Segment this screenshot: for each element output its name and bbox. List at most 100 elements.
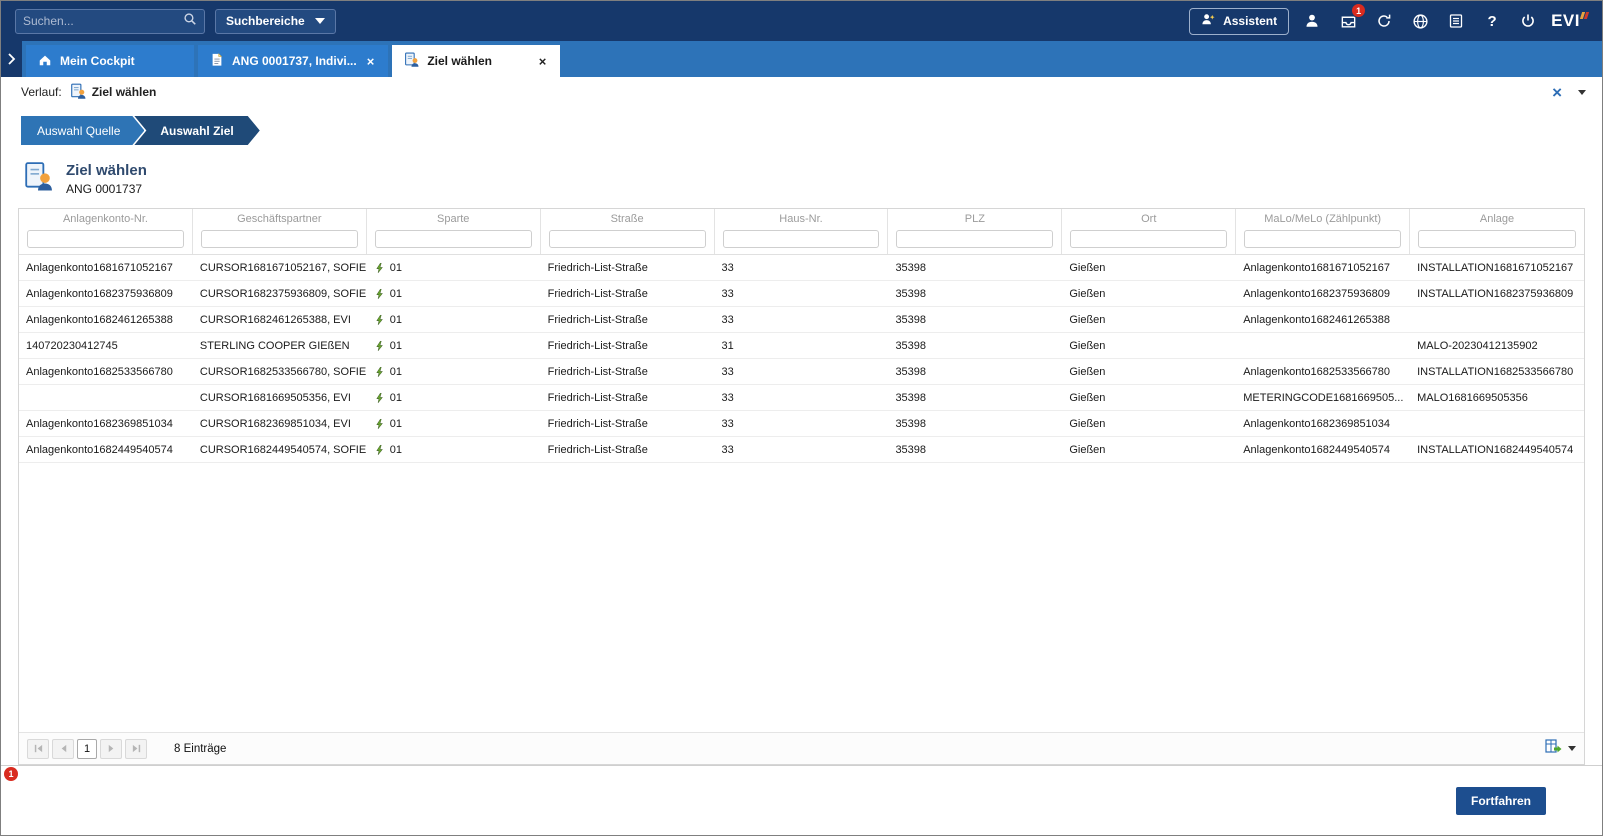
wizard-step-auswahl-quelle[interactable]: Auswahl Quelle <box>21 116 144 145</box>
filter-input-anlagenkonto-nr[interactable] <box>27 230 184 248</box>
cell-sparte: 01 <box>367 385 541 410</box>
search-icon[interactable] <box>183 12 197 31</box>
cell-plz: 35398 <box>888 359 1062 384</box>
cell-geschaeftspartner: CURSOR1682375936809, SOFIE <box>193 281 367 306</box>
cell-sparte: 01 <box>367 255 541 280</box>
filter-input-haus-nr[interactable] <box>723 230 880 248</box>
filter-cell-sparte <box>367 227 541 254</box>
assistant-button[interactable]: Assistent <box>1189 8 1289 35</box>
search-scope-label: Suchbereiche <box>226 14 305 28</box>
cell-strasse: Friedrich-List-Straße <box>541 437 715 462</box>
column-header-sparte[interactable]: Sparte <box>367 209 541 227</box>
export-icon[interactable] <box>1544 737 1562 760</box>
globe-button[interactable] <box>1407 8 1433 34</box>
tab-mein-cockpit[interactable]: Mein Cockpit <box>26 45 194 77</box>
brand-text: EVI <box>1551 11 1580 31</box>
column-header-plz[interactable]: PLZ <box>888 209 1062 227</box>
document-icon <box>210 52 224 70</box>
cell-haus-nr: 33 <box>715 359 889 384</box>
last-page-button[interactable] <box>125 739 147 759</box>
reports-button[interactable] <box>1443 8 1469 34</box>
cell-anlage: INSTALLATION1682449540574 <box>1410 437 1584 462</box>
refresh-icon <box>1376 13 1392 29</box>
column-header-haus-nr[interactable]: Haus-Nr. <box>715 209 889 227</box>
wizard-step-auswahl-ziel[interactable]: Auswahl Ziel <box>134 116 259 145</box>
close-view-icon[interactable]: × <box>1552 84 1562 101</box>
cell-ort: Gießen <box>1062 307 1236 332</box>
page-header: Ziel wählen ANG 0001737 <box>23 161 1602 196</box>
history-item[interactable]: Ziel wählen <box>70 83 157 102</box>
view-menu-icon[interactable] <box>1578 90 1586 95</box>
cell-anlagenkonto-nr <box>19 385 193 410</box>
search-input[interactable] <box>23 14 183 28</box>
filter-input-geschaeftspartner[interactable] <box>201 230 358 248</box>
filter-input-ort[interactable] <box>1070 230 1227 248</box>
cell-haus-nr: 31 <box>715 333 889 358</box>
refresh-button[interactable] <box>1371 8 1397 34</box>
table-row[interactable]: Anlagenkonto1682533566780CURSOR168253356… <box>19 359 1584 385</box>
cell-anlagenkonto-nr: 140720230412745 <box>19 333 193 358</box>
table-row[interactable]: Anlagenkonto1682461265388CURSOR168246126… <box>19 307 1584 333</box>
tab-ang-0001737[interactable]: ANG 0001737, Indivi... × <box>198 45 388 77</box>
filter-input-sparte[interactable] <box>375 230 532 248</box>
filter-cell-ort <box>1062 227 1236 254</box>
cell-ort: Gießen <box>1062 411 1236 436</box>
cell-plz: 35398 <box>888 411 1062 436</box>
cell-anlagenkonto-nr: Anlagenkonto1682375936809 <box>19 281 193 306</box>
history-item-label: Ziel wählen <box>92 85 157 99</box>
cell-geschaeftspartner: CURSOR1681671052167, SOFIE <box>193 255 367 280</box>
table-row[interactable]: CURSOR1681669505356, EVI 01Friedrich-Lis… <box>19 385 1584 411</box>
filter-input-plz[interactable] <box>896 230 1053 248</box>
sidebar-expand-button[interactable] <box>1 41 22 77</box>
sparte-icon <box>374 418 385 430</box>
global-search[interactable] <box>15 9 205 34</box>
cell-haus-nr: 33 <box>715 437 889 462</box>
cell-strasse: Friedrich-List-Straße <box>541 359 715 384</box>
table-row[interactable]: Anlagenkonto1682375936809CURSOR168237593… <box>19 281 1584 307</box>
tab-close-icon[interactable]: × <box>365 54 377 69</box>
user-button[interactable] <box>1299 8 1325 34</box>
tab-close-icon[interactable]: × <box>537 54 549 69</box>
help-button[interactable]: ? <box>1479 8 1505 34</box>
next-page-button[interactable] <box>100 739 122 759</box>
cell-malo-melo: Anlagenkonto1682461265388 <box>1236 307 1410 332</box>
cell-malo-melo: METERINGCODE1681669505... <box>1236 385 1410 410</box>
tab-ziel-waehlen[interactable]: Ziel wählen × <box>392 45 560 77</box>
column-header-ort[interactable]: Ort <box>1062 209 1236 227</box>
cell-haus-nr: 33 <box>715 281 889 306</box>
first-page-button[interactable] <box>27 739 49 759</box>
cell-malo-melo <box>1236 333 1410 358</box>
sparte-icon <box>374 392 385 404</box>
table-row[interactable]: 140720230412745STERLING COOPER GIEßEN 01… <box>19 333 1584 359</box>
table-row[interactable]: Anlagenkonto1682449540574CURSOR168244954… <box>19 437 1584 463</box>
assistant-label: Assistent <box>1223 14 1277 28</box>
column-header-anlagenkonto-nr[interactable]: Anlagenkonto-Nr. <box>19 209 193 227</box>
chevron-down-icon <box>315 18 325 24</box>
entry-count: 8 Einträge <box>174 743 226 755</box>
logout-button[interactable] <box>1515 8 1541 34</box>
export-menu-icon[interactable] <box>1568 746 1576 751</box>
continue-button[interactable]: Fortfahren <box>1456 787 1546 815</box>
power-icon <box>1520 13 1536 29</box>
previous-page-button[interactable] <box>52 739 74 759</box>
column-header-malo-melo[interactable]: MaLo/MeLo (Zählpunkt) <box>1236 209 1410 227</box>
inbox-button[interactable]: 1 <box>1335 8 1361 34</box>
table-row[interactable]: Anlagenkonto1681671052167CURSOR168167105… <box>19 255 1584 281</box>
column-header-strasse[interactable]: Straße <box>541 209 715 227</box>
previous-page-icon <box>58 743 69 754</box>
cell-anlage: INSTALLATION1682533566780 <box>1410 359 1584 384</box>
filter-input-strasse[interactable] <box>549 230 706 248</box>
top-bar: Suchbereiche Assistent 1 ? <box>1 1 1602 41</box>
search-scope-dropdown[interactable]: Suchbereiche <box>215 9 336 34</box>
current-page[interactable]: 1 <box>77 739 97 759</box>
notification-badge[interactable]: 1 <box>4 767 18 781</box>
table-row[interactable]: Anlagenkonto1682369851034CURSOR168236985… <box>19 411 1584 437</box>
filter-input-anlage[interactable] <box>1418 230 1576 248</box>
cell-sparte: 01 <box>367 359 541 384</box>
tab-label: Mein Cockpit <box>60 54 135 68</box>
page-title: Ziel wählen <box>66 162 147 179</box>
last-page-icon <box>131 743 142 754</box>
column-header-geschaeftspartner[interactable]: Geschäftspartner <box>193 209 367 227</box>
filter-input-malo-melo[interactable] <box>1244 230 1401 248</box>
column-header-anlage[interactable]: Anlage <box>1410 209 1584 227</box>
